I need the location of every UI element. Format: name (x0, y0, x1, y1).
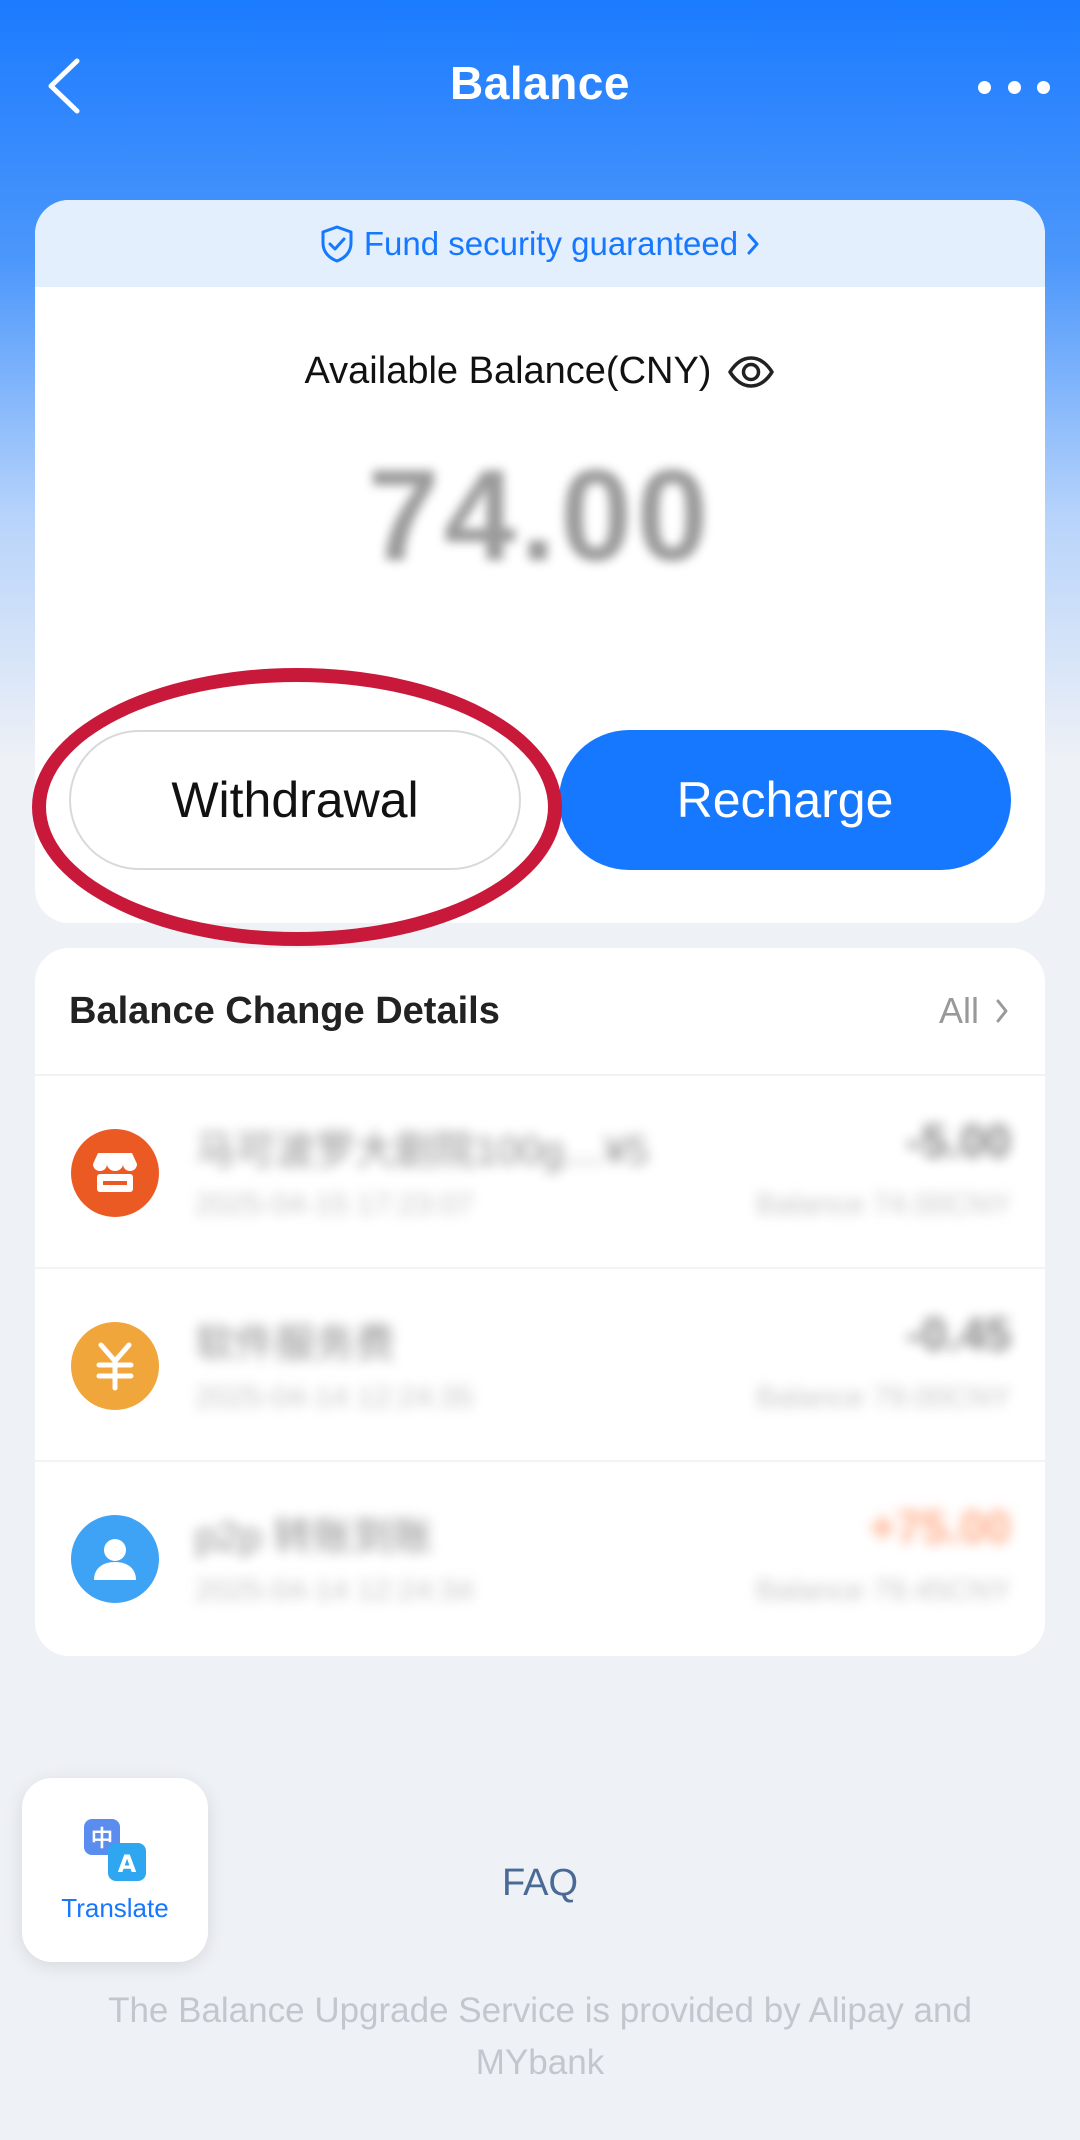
chevron-right-icon (995, 998, 1009, 1024)
transaction-balance: Balance 74.00CNY (755, 1188, 1011, 1221)
balance-card: Fund security guaranteed Available Balan… (35, 200, 1045, 923)
details-header: Balance Change Details All (35, 948, 1045, 1076)
more-options-button[interactable] (978, 66, 1050, 108)
yuan-icon (71, 1322, 159, 1410)
withdrawal-button[interactable]: Withdrawal (69, 730, 521, 870)
transaction-amount: -0.45 (906, 1308, 1011, 1360)
transaction-name: p2p 转账到账 (195, 1515, 433, 1559)
user-icon (71, 1515, 159, 1603)
available-balance-text: Available Balance(CNY) (304, 350, 712, 392)
transaction-amount: +75.00 (869, 1501, 1011, 1553)
top-nav-bar: Balance (0, 0, 1080, 175)
transaction-row[interactable]: 马可波罗大剧院100g…¥5 2025-04-15 17:23:07 -5.00… (35, 1076, 1045, 1269)
balance-amount: 74.00 (367, 442, 713, 588)
more-dot-icon (1007, 80, 1021, 94)
transaction-amount: -5.00 (906, 1115, 1011, 1167)
transaction-balance: Balance 79.45CNY (755, 1574, 1011, 1607)
chevron-right-icon (746, 232, 760, 256)
more-dot-icon (978, 80, 991, 94)
transaction-time: 2025-04-14 12:24:34 (195, 1574, 474, 1607)
transaction-row[interactable]: 软件服务费 2025-04-14 12:24:35 -0.45 Balance … (35, 1269, 1045, 1462)
transaction-name: 软件服务费 (195, 1322, 395, 1366)
view-all-link[interactable]: All (939, 990, 1009, 1032)
available-balance-label: Available Balance(CNY) (35, 350, 1045, 393)
transaction-row[interactable]: p2p 转账到账 2025-04-14 12:24:34 +75.00 Bala… (35, 1462, 1045, 1655)
details-title: Balance Change Details (69, 989, 500, 1032)
faq-link[interactable]: FAQ (0, 1862, 1080, 1905)
view-all-text: All (938, 990, 979, 1031)
more-dot-icon (1037, 80, 1050, 94)
footer-disclaimer: The Balance Upgrade Service is provided … (108, 1991, 972, 2082)
transaction-name: 马可波罗大剧院100g…¥5 (195, 1129, 649, 1173)
transaction-balance: Balance 79.00CNY (755, 1381, 1011, 1414)
fund-security-text: Fund security guaranteed (363, 224, 739, 262)
transaction-time: 2025-04-15 17:23:07 (195, 1188, 474, 1221)
shield-check-icon (320, 225, 354, 263)
page-title: Balance (450, 57, 630, 109)
recharge-button[interactable]: Recharge (559, 730, 1011, 870)
transaction-time: 2025-04-14 12:24:35 (195, 1381, 474, 1414)
eye-icon[interactable] (727, 355, 775, 389)
store-icon (71, 1129, 159, 1217)
fund-security-link[interactable]: Fund security guaranteed (35, 200, 1045, 287)
balance-change-details-card: Balance Change Details All 马可波罗大剧院100g…¥… (35, 948, 1045, 1656)
